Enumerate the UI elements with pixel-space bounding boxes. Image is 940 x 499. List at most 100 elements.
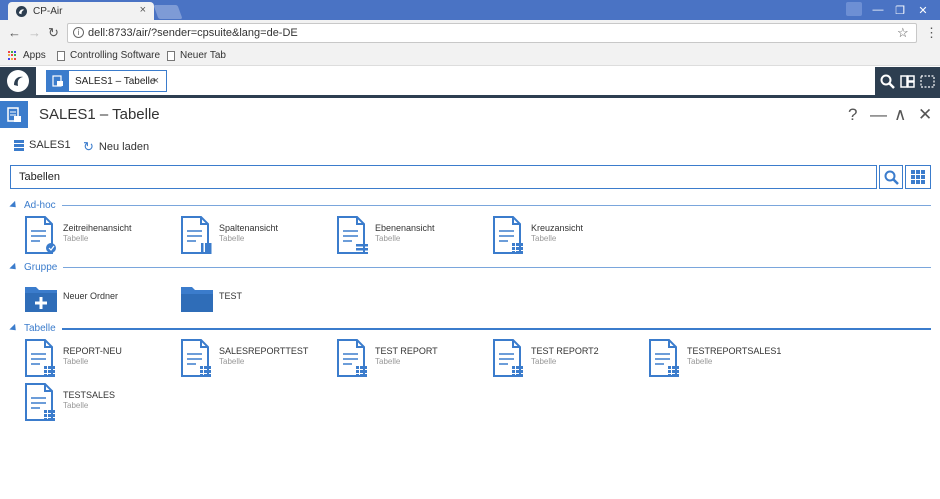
close-window-button[interactable]: ✕: [912, 2, 934, 18]
reload-label: Neu laden: [98, 141, 150, 153]
split-view-icon[interactable]: [900, 74, 915, 88]
grid-view-button[interactable]: [905, 165, 931, 189]
item-name: Neuer Ordner: [63, 291, 119, 301]
layer-view-icon: [337, 216, 368, 254]
search-icon[interactable]: [880, 74, 896, 89]
bookmark-neuer-tab[interactable]: Neuer Tab: [167, 50, 226, 61]
bookmark-controlling-software[interactable]: Controlling Software: [57, 50, 160, 61]
collapse-triangle-icon: [9, 200, 19, 211]
section-gruppe-header[interactable]: Gruppe: [9, 262, 931, 273]
document-tab[interactable]: SALES1 – Tabelle ×: [46, 70, 167, 92]
adhoc-spaltenansicht[interactable]: Spaltenansicht Tabelle: [180, 216, 278, 254]
page-icon: [57, 50, 65, 61]
browser-tab[interactable]: CP-Air ×: [8, 2, 154, 20]
bookmark-label: Apps: [23, 50, 46, 61]
item-type: Tabelle: [219, 357, 245, 366]
bookmark-label: Controlling Software: [70, 50, 161, 61]
item-name: Ebenenansicht: [375, 223, 435, 233]
url-text: dell:8733/air/?sender=cpsuite&lang=de-DE: [88, 27, 298, 39]
section-divider: [61, 205, 931, 206]
close-panel-icon[interactable]: ✕: [918, 105, 932, 125]
close-document-tab-icon[interactable]: ×: [153, 75, 159, 87]
item-type: Tabelle: [63, 234, 89, 243]
table-salesreporttest[interactable]: SALESREPORTTEST Tabelle: [180, 339, 308, 377]
table-report-neu[interactable]: REPORT-NEU Tabelle: [24, 339, 122, 377]
reload-page-icon[interactable]: ↻: [48, 25, 59, 41]
table-test-report2[interactable]: TEST REPORT2 Tabelle: [492, 339, 599, 377]
app-topbar: SALES1 – Tabelle ×: [0, 67, 940, 98]
bookmark-apps[interactable]: Apps: [8, 50, 46, 61]
browser-menu-icon[interactable]: ⋮: [925, 25, 938, 41]
item-name: Spaltenansicht: [219, 223, 279, 233]
item-name: TEST REPORT: [375, 346, 438, 356]
app-logo[interactable]: [0, 67, 36, 95]
table-document-icon: [47, 71, 69, 91]
section-label: Ad-hoc: [24, 200, 56, 211]
section-divider: [63, 267, 931, 268]
forward-arrow-icon[interactable]: →: [28, 25, 41, 40]
table-document-icon: [25, 339, 55, 377]
section-divider: [61, 327, 931, 330]
group-test[interactable]: TEST: [180, 279, 242, 317]
cp-logo-icon: [7, 70, 29, 92]
item-type: Tabelle: [531, 234, 557, 243]
adhoc-kreuzansicht[interactable]: Kreuzansicht Tabelle: [492, 216, 583, 254]
back-arrow-icon[interactable]: ←: [8, 25, 21, 40]
minimize-panel-icon[interactable]: —: [870, 105, 887, 125]
page-icon: [167, 50, 175, 61]
collapse-panel-icon[interactable]: ∧: [894, 105, 906, 125]
item-name: Zeitreihenansicht: [63, 223, 132, 233]
new-folder-icon: [25, 287, 57, 312]
adhoc-ebenenansicht[interactable]: Ebenenansicht Tabelle: [336, 216, 435, 254]
item-type: Tabelle: [219, 234, 245, 243]
collapse-triangle-icon: [9, 323, 19, 334]
table-document-icon: [649, 339, 679, 377]
browser-titlebar: CP-Air × — ❐ ✕: [0, 0, 940, 20]
help-icon[interactable]: ?: [848, 105, 857, 125]
grid-icon: [911, 170, 925, 184]
table-document-icon: [337, 339, 367, 377]
timeseries-view-icon: [25, 216, 56, 254]
site-info-icon[interactable]: i: [73, 27, 84, 38]
table-test-report[interactable]: TEST REPORT Tabelle: [336, 339, 438, 377]
table-testreportsales1[interactable]: TESTREPORTSALES1 Tabelle: [648, 339, 781, 377]
minimize-window-button[interactable]: —: [868, 2, 888, 18]
close-tab-icon[interactable]: ×: [140, 4, 146, 16]
bookmarks-bar: Apps Controlling Software Neuer Tab: [0, 47, 940, 66]
maximize-window-button[interactable]: ❐: [890, 2, 910, 18]
item-type: Tabelle: [375, 234, 401, 243]
item-type: Tabelle: [63, 401, 89, 410]
browser-addressbar: ← → ↻ i dell:8733/air/?sender=cpsuite&la…: [0, 20, 940, 47]
section-adhoc-header[interactable]: Ad-hoc: [9, 200, 931, 211]
table-document-icon: [493, 339, 523, 377]
item-type: Tabelle: [531, 357, 557, 366]
fullscreen-icon[interactable]: [920, 74, 935, 88]
appbar-tools: [875, 67, 940, 95]
apps-grid-icon: [8, 50, 18, 61]
table-document-icon: [181, 339, 211, 377]
new-tab-button[interactable]: [153, 5, 183, 19]
user-profile-icon[interactable]: [846, 2, 862, 16]
section-label: Tabelle: [24, 323, 56, 334]
database-button[interactable]: SALES1: [14, 139, 71, 151]
item-name: TEST REPORT2: [531, 346, 599, 356]
adhoc-zeitreihenansicht[interactable]: Zeitreihenansicht Tabelle: [24, 216, 132, 254]
item-name: TESTSALES: [63, 390, 116, 400]
cross-view-icon: [493, 216, 523, 254]
table-testsales[interactable]: TESTSALES Tabelle: [24, 383, 115, 421]
item-type: Tabelle: [687, 357, 713, 366]
reload-icon: ↻: [83, 139, 94, 154]
search-input[interactable]: [10, 165, 877, 189]
url-input[interactable]: i dell:8733/air/?sender=cpsuite&lang=de-…: [67, 23, 917, 43]
database-icon: [14, 139, 24, 151]
table-document-icon: [25, 383, 55, 421]
document-tab-label: SALES1 – Tabelle: [75, 75, 156, 87]
group-neuer-ordner[interactable]: Neuer Ordner: [24, 279, 118, 317]
section-tabelle-header[interactable]: Tabelle: [9, 323, 931, 334]
bookmark-star-icon[interactable]: ☆: [897, 25, 909, 41]
panel-title: SALES1 – Tabelle: [39, 106, 160, 123]
search-icon: [884, 170, 899, 185]
search-button[interactable]: [879, 165, 903, 189]
panel-table-icon: [0, 101, 28, 128]
reload-button[interactable]: ↻ Neu laden: [83, 139, 149, 155]
